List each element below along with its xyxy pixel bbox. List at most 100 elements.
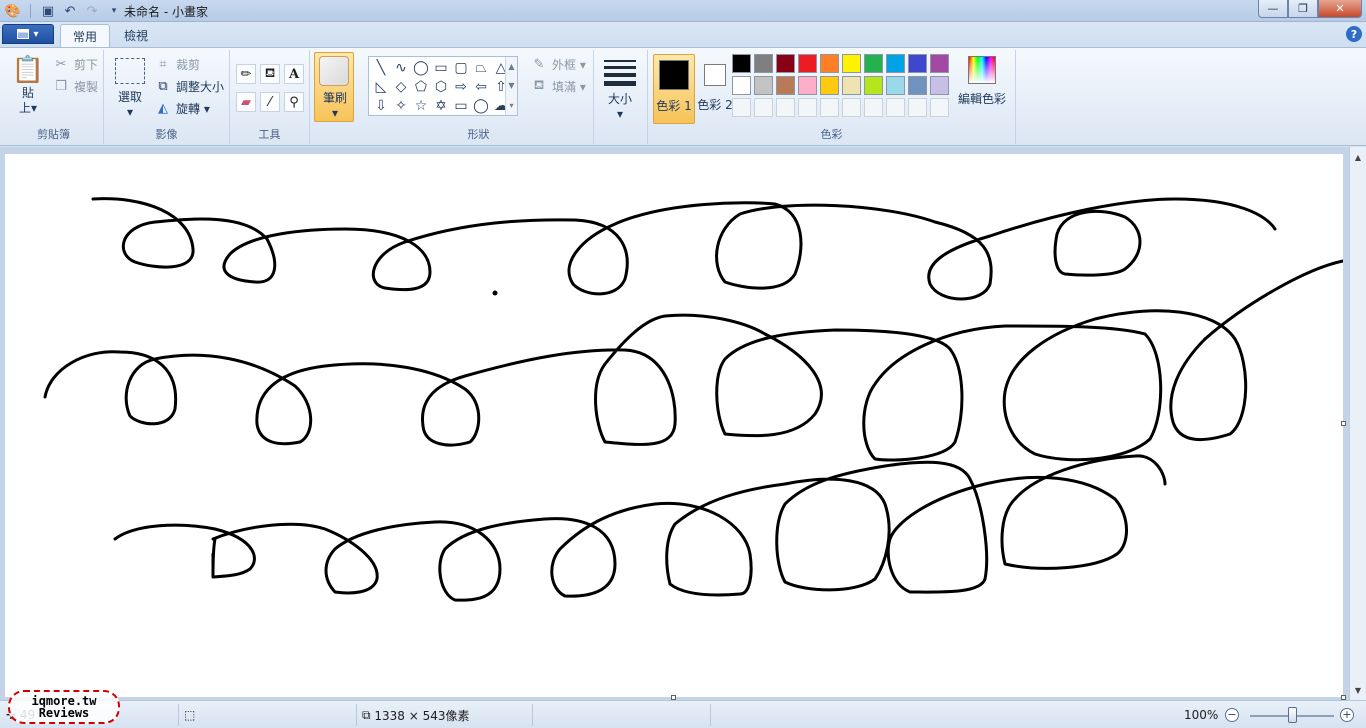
canvas-resize-handle-right[interactable] [1341,421,1346,426]
size-group[interactable]: 大小 ▾ [594,50,648,144]
right-triangle-shape-icon[interactable]: ◺ [371,77,391,97]
palette-color-swatch[interactable] [776,54,795,73]
magnifier-icon[interactable]: ⚲ [284,92,304,112]
palette-color-swatch[interactable] [798,76,817,95]
scroll-up-icon[interactable]: ▲ [1350,149,1366,165]
six-point-star-shape-icon[interactable]: ✡ [431,96,451,116]
palette-color-swatch[interactable] [864,54,883,73]
save-icon[interactable]: ▣ [39,2,57,20]
four-point-star-shape-icon[interactable]: ✧ [391,96,411,116]
scroll-down-icon[interactable]: ▼ [508,81,514,90]
minimize-button[interactable]: — [1258,0,1288,18]
tab-home[interactable]: 常用 [60,24,111,47]
maximize-button[interactable]: ❐ [1288,0,1318,18]
tab-view[interactable]: 檢視 [112,24,160,47]
oval-shape-icon[interactable]: ◯ [411,58,431,78]
select-button[interactable]: 選取 ▾ [112,54,148,124]
palette-color-swatch[interactable] [798,54,817,73]
hexagon-shape-icon[interactable]: ⬡ [431,77,451,97]
right-arrow-shape-icon[interactable]: ⇨ [451,77,471,97]
expand-gallery-icon[interactable]: ▾ [509,101,513,110]
palette-color-swatch[interactable] [776,76,795,95]
palette-custom-color-slot[interactable] [754,98,773,117]
edit-colors-button[interactable]: 編輯色彩 [954,54,1010,110]
pencil-icon[interactable]: ✏ [236,64,256,84]
rotate-button[interactable]: ◭ 旋轉 ▾ [154,98,210,118]
palette-custom-color-slot[interactable] [798,98,817,117]
shapes-gallery-scroll[interactable]: ▲ ▼ ▾ [505,57,517,115]
crop-button[interactable]: ⌗ 裁剪 [154,54,200,74]
help-icon[interactable]: ? [1346,26,1362,42]
rounded-callout-shape-icon[interactable]: ▭ [451,96,471,116]
fill-button[interactable]: ⛾ 填滿 ▾ [530,76,586,96]
palette-custom-color-slot[interactable] [886,98,905,117]
outline-button[interactable]: ✎ 外框 ▾ [530,54,586,74]
palette-color-swatch[interactable] [754,76,773,95]
copy-button[interactable]: ❐ 複製 [52,76,98,96]
resize-button[interactable]: ⧉ 調整大小 [154,76,224,96]
scroll-down-icon[interactable]: ▼ [1350,682,1366,698]
scroll-up-icon[interactable]: ▲ [508,62,514,71]
palette-color-swatch[interactable] [908,54,927,73]
palette-color-swatch[interactable] [930,76,949,95]
line-shape-icon[interactable]: ╲ [371,58,391,78]
paste-button[interactable]: 📋 貼 上▾ [10,54,46,124]
drawing-canvas[interactable] [5,154,1345,697]
brushes-button[interactable]: 筆刷 ▾ [314,52,354,122]
palette-custom-color-slot[interactable] [776,98,795,117]
palette-color-swatch[interactable] [864,76,883,95]
rectangle-shape-icon[interactable]: ▭ [431,58,451,78]
vertical-scrollbar[interactable]: ▲ ▼ [1349,147,1366,700]
oval-callout-shape-icon[interactable]: ◯ [471,96,491,116]
menu-icon [17,29,30,39]
paint-app-icon[interactable]: 🎨 [4,2,22,20]
five-point-star-shape-icon[interactable]: ☆ [411,96,431,116]
eraser-icon[interactable]: ▰ [236,92,256,112]
color2-selector[interactable]: 色彩 2 [694,54,736,124]
customize-qat-dropdown-icon[interactable]: ▾ [105,2,123,20]
rounded-rectangle-shape-icon[interactable]: ▢ [451,58,471,78]
palette-color-swatch[interactable] [754,54,773,73]
zoom-slider-thumb[interactable] [1288,707,1297,723]
color-picker-icon[interactable]: ⁄ [260,92,280,112]
copy-label: 複製 [74,79,99,94]
palette-custom-color-slot[interactable] [908,98,927,117]
palette-color-swatch[interactable] [930,54,949,73]
redo-icon[interactable]: ↷ [83,2,101,20]
brush-icon [319,56,349,86]
close-button[interactable]: ✕ [1318,0,1362,18]
palette-custom-color-slot[interactable] [842,98,861,117]
curve-shape-icon[interactable]: ∿ [391,58,411,78]
ribbon: 📋 貼 上▾ ✂ 剪下 ❐ 複製 剪貼簿 選取 ▾ ⌗ 裁剪 ⧉ 調整大小 ◭ … [0,47,1366,146]
palette-color-swatch[interactable] [732,54,751,73]
diamond-shape-icon[interactable]: ◇ [391,77,411,97]
fill-bucket-icon[interactable]: ⛾ [260,64,280,84]
palette-custom-color-slot[interactable] [820,98,839,117]
palette-color-swatch[interactable] [820,76,839,95]
text-tool-icon[interactable]: A [284,64,304,84]
qat-separator [30,4,31,18]
zoom-in-button[interactable]: + [1340,708,1354,722]
status-separator [356,704,357,726]
tools-group-label: 工具 [258,128,281,141]
palette-custom-color-slot[interactable] [732,98,751,117]
palette-custom-color-slot[interactable] [930,98,949,117]
cut-button[interactable]: ✂ 剪下 [52,54,98,74]
palette-custom-color-slot[interactable] [864,98,883,117]
down-arrow-shape-icon[interactable]: ⇩ [371,96,391,116]
palette-color-swatch[interactable] [886,54,905,73]
palette-color-swatch[interactable] [732,76,751,95]
polygon-shape-icon[interactable]: ⏢ [471,58,491,78]
undo-icon[interactable]: ↶ [61,2,79,20]
color1-selector[interactable]: 色彩 1 [653,54,695,124]
palette-color-swatch[interactable] [908,76,927,95]
paint-menu-button[interactable]: ▾ [2,24,54,44]
pentagon-shape-icon[interactable]: ⬠ [411,77,431,97]
zoom-out-button[interactable]: − [1225,708,1239,722]
palette-color-swatch[interactable] [820,54,839,73]
edit-colors-label: 編輯色彩 [957,92,1006,106]
palette-color-swatch[interactable] [842,76,861,95]
palette-color-swatch[interactable] [886,76,905,95]
left-arrow-shape-icon[interactable]: ⇦ [471,77,491,97]
palette-color-swatch[interactable] [842,54,861,73]
